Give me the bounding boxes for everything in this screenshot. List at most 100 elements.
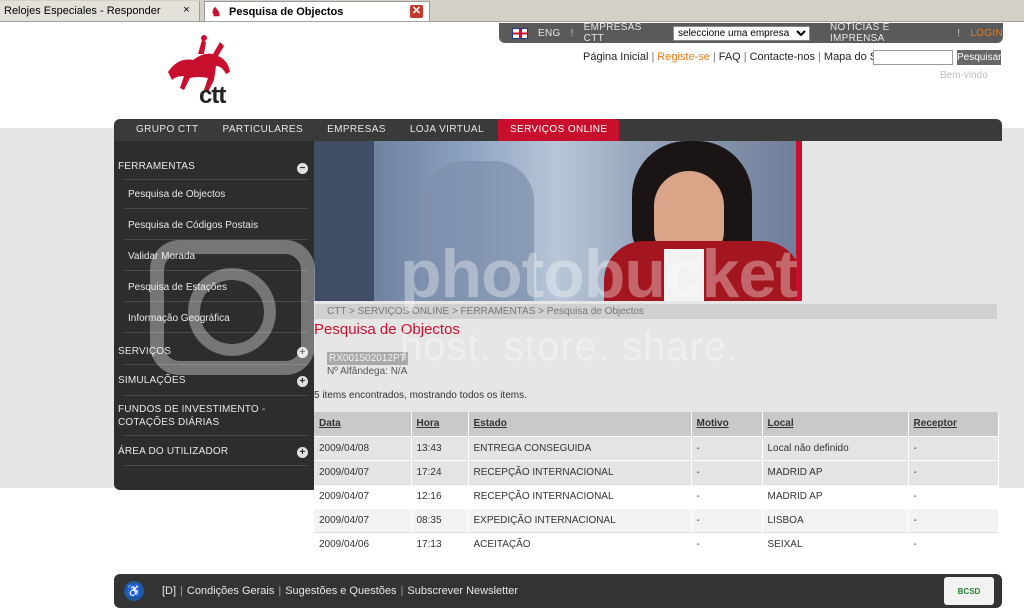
- pipe: |: [400, 585, 404, 597]
- language-link[interactable]: ENG: [538, 28, 561, 39]
- close-tab-icon[interactable]: ×: [180, 4, 193, 17]
- sidebar-group-fundos[interactable]: FUNDOS DE INVESTIMENTO - COTAÇÕES DIÁRIA…: [114, 403, 308, 429]
- news-link[interactable]: NOTÍCIAS E IMPRENSA: [830, 22, 947, 44]
- table-row: 2009/04/06 17:13 ACEITAÇÃO - SEIXAL -: [314, 531, 999, 556]
- divider: [124, 465, 308, 466]
- column-header-motivo[interactable]: Motivo: [691, 412, 763, 436]
- cell-estado: RECEPÇÃO INTERNACIONAL: [468, 459, 692, 484]
- cell-receptor: -: [908, 483, 999, 508]
- welcome-text: Bem-vindo: [940, 70, 988, 81]
- nav-grupo-ctt[interactable]: GRUPO CTT: [114, 119, 211, 141]
- sidebar: FERRAMENTAS − Pesquisa de Objectos Pesqu…: [114, 141, 314, 490]
- sidebar-item-estacoes[interactable]: Pesquisa de Estações: [128, 282, 227, 293]
- cell-hora: 08:35: [411, 507, 469, 532]
- customs-number: Nº Alfândega: N/A: [327, 366, 408, 377]
- access-key-link[interactable]: [D]: [162, 585, 176, 597]
- terms-link[interactable]: Condições Gerais: [187, 585, 274, 597]
- contact-link[interactable]: Contacte-nos: [750, 51, 815, 63]
- divider: [124, 208, 308, 209]
- ctt-favicon-icon: ♞: [210, 4, 222, 19]
- sidebar-group-servicos[interactable]: SERVIÇOS +: [114, 346, 314, 358]
- separator: !: [570, 27, 574, 39]
- faq-link[interactable]: FAQ: [719, 51, 741, 63]
- pipe: |: [651, 51, 655, 63]
- banner-photo: [314, 141, 802, 301]
- footer-links: [D] | Condições Gerais | Sugestões e Que…: [162, 585, 518, 597]
- cell-local: MADRID AP: [762, 459, 909, 484]
- column-header-local[interactable]: Local: [762, 412, 909, 436]
- suggestions-link[interactable]: Sugestões e Questões: [285, 585, 396, 597]
- cell-estado: EXPEDIÇÃO INTERNACIONAL: [468, 507, 692, 532]
- divider: [124, 332, 308, 333]
- tab-label: Relojes Especiales - Responder: [4, 5, 161, 17]
- banner-bg-shape: [314, 141, 374, 301]
- login-link[interactable]: LOGIN: [970, 28, 1003, 39]
- sidebar-group-simulacoes[interactable]: SIMULAÇÕES +: [114, 375, 314, 387]
- home-link[interactable]: Página Inicial: [583, 51, 648, 63]
- browser-tab-pesquisa[interactable]: ♞ Pesquisa de Objectos ✕: [204, 1, 430, 21]
- footer: ♿ [D] | Condições Gerais | Sugestões e Q…: [114, 574, 1002, 608]
- search-input[interactable]: [873, 50, 953, 65]
- separator: !: [957, 27, 961, 39]
- pipe: |: [743, 51, 747, 63]
- cell-receptor: -: [908, 459, 999, 484]
- cell-data: 2009/04/07: [314, 483, 412, 508]
- register-link[interactable]: Registe-se: [657, 51, 710, 63]
- sidebar-item-info-geografica[interactable]: Informação Geográfica: [128, 313, 230, 324]
- column-header-hora[interactable]: Hora: [411, 412, 469, 436]
- company-select[interactable]: seleccione uma empresa: [673, 25, 810, 41]
- sidebar-item-validar-morada[interactable]: Validar Morada: [128, 251, 195, 262]
- cell-estado: ENTREGA CONSEGUIDA: [468, 435, 692, 460]
- pipe: |: [712, 51, 716, 63]
- banner-collar: [664, 249, 704, 301]
- tracking-table: Data Hora Estado Motivo Local Receptor 2…: [314, 412, 999, 556]
- sidebar-group-label: ÁREA DO UTILIZADOR: [118, 446, 229, 457]
- search-button[interactable]: Pesquisar: [957, 50, 1001, 65]
- expand-icon[interactable]: +: [297, 447, 308, 458]
- bcsd-badge[interactable]: BCSD: [944, 577, 994, 605]
- collapse-icon[interactable]: −: [297, 163, 308, 174]
- nav-empresas[interactable]: EMPRESAS: [315, 119, 398, 141]
- browser-tab-relojes[interactable]: Relojes Especiales - Responder ×: [0, 1, 200, 21]
- nav-loja-virtual[interactable]: LOJA VIRTUAL: [398, 119, 496, 141]
- object-code: RX001502012PT: [327, 352, 408, 365]
- banner-bg-person: [424, 161, 534, 301]
- uk-flag-icon[interactable]: [512, 27, 528, 39]
- cell-receptor: -: [908, 507, 999, 532]
- close-tab-icon[interactable]: ✕: [410, 5, 423, 18]
- expand-icon[interactable]: +: [297, 347, 308, 358]
- sidebar-group-area-utilizador[interactable]: ÁREA DO UTILIZADOR +: [114, 446, 314, 458]
- top-links: Página Inicial | Registe-se | FAQ | Cont…: [583, 51, 898, 63]
- divider: [124, 435, 308, 436]
- sidebar-group-label: SERVIÇOS: [118, 346, 172, 357]
- sidebar-item-codigos-postais[interactable]: Pesquisa de Códigos Postais: [128, 220, 258, 231]
- column-header-data[interactable]: Data: [314, 412, 412, 436]
- sidebar-group-tools[interactable]: FERRAMENTAS −: [114, 161, 314, 174]
- nav-particulares[interactable]: PARTICULARES: [211, 119, 316, 141]
- divider: [124, 270, 308, 271]
- ctt-horse-logo-icon[interactable]: [158, 32, 238, 104]
- sidebar-group-label: FERRAMENTAS: [118, 161, 196, 172]
- cell-data: 2009/04/07: [314, 459, 412, 484]
- divider: [124, 364, 308, 365]
- column-header-estado[interactable]: Estado: [468, 412, 692, 436]
- sidebar-group-label: SIMULAÇÕES: [118, 375, 186, 386]
- cell-motivo: -: [691, 483, 763, 508]
- expand-icon[interactable]: +: [297, 376, 308, 387]
- sidebar-item-pesquisa-objectos[interactable]: Pesquisa de Objectos: [128, 189, 225, 200]
- breadcrumb[interactable]: CTT > SERVIÇOS ONLINE > FERRAMENTAS > Pe…: [314, 304, 997, 319]
- pipe: |: [180, 585, 183, 597]
- cell-hora: 13:43: [411, 435, 469, 460]
- cell-estado: RECEPÇÃO INTERNACIONAL: [468, 483, 692, 508]
- nav-servicos-online[interactable]: SERVIÇOS ONLINE: [497, 119, 620, 141]
- accessibility-icon[interactable]: ♿: [124, 581, 144, 601]
- cell-motivo: -: [691, 531, 763, 556]
- cell-local: SEIXAL: [762, 531, 909, 556]
- ctt-logo-text: ctt: [199, 82, 226, 109]
- table-row: 2009/04/08 13:43 ENTREGA CONSEGUIDA - Lo…: [314, 435, 999, 460]
- column-header-receptor[interactable]: Receptor: [908, 412, 999, 436]
- cell-hora: 17:13: [411, 531, 469, 556]
- cell-data: 2009/04/06: [314, 531, 412, 556]
- newsletter-link[interactable]: Subscrever Newsletter: [407, 585, 518, 597]
- utility-bar: ENG ! EMPRESAS CTT seleccione uma empres…: [499, 22, 1003, 44]
